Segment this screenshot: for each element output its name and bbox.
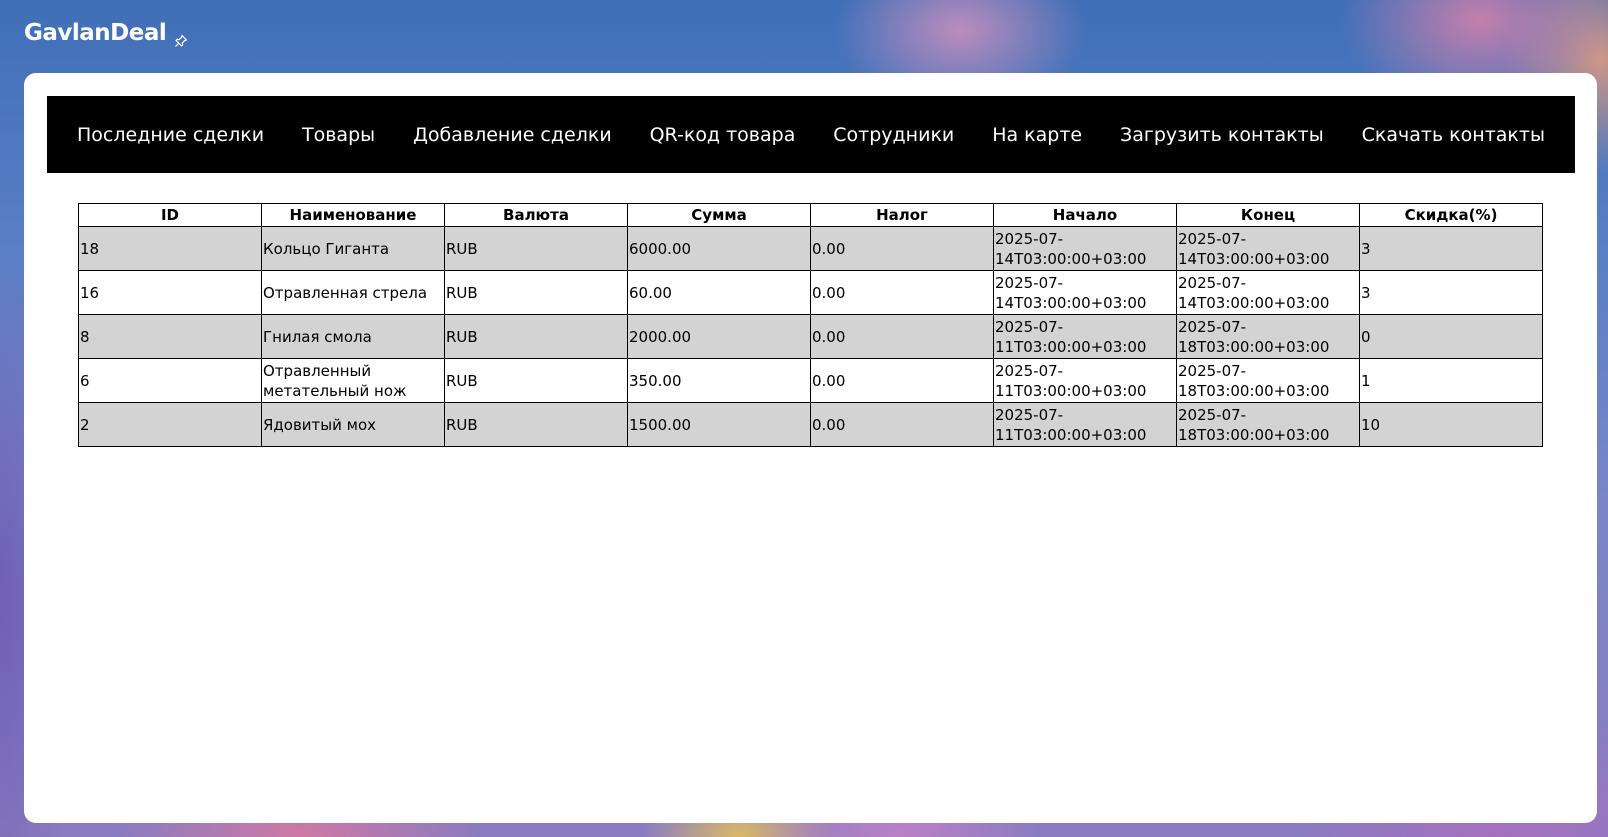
header-id: ID xyxy=(78,203,262,227)
cell-name: Гнилая смола xyxy=(261,314,445,359)
cell-name: Отравленный метательный нож xyxy=(261,358,445,403)
cell-id: 8 xyxy=(78,314,262,359)
cell-amount: 60.00 xyxy=(627,270,811,315)
table-row: 16 Отравленная стрела RUB 60.00 0.00 202… xyxy=(78,270,1543,315)
cell-name: Кольцо Гиганта xyxy=(261,226,445,271)
header-amount: Сумма xyxy=(627,203,811,227)
header-currency: Валюта xyxy=(444,203,628,227)
header-name: Наименование xyxy=(261,203,445,227)
nav-item-upload-contacts[interactable]: Загрузить контакты xyxy=(1120,124,1324,146)
cell-tax: 0.00 xyxy=(810,358,994,403)
cell-currency: RUB xyxy=(444,314,628,359)
nav-item-map[interactable]: На карте xyxy=(992,124,1082,146)
cell-currency: RUB xyxy=(444,270,628,315)
main-navbar: Последние сделки Товары Добавление сделк… xyxy=(47,96,1575,173)
nav-item-add-deal[interactable]: Добавление сделки xyxy=(413,124,612,146)
cell-id: 18 xyxy=(78,226,262,271)
cell-amount: 2000.00 xyxy=(627,314,811,359)
table-header-row: ID Наименование Валюта Сумма Налог Начал… xyxy=(78,203,1543,227)
app-title: GavlanDeal xyxy=(24,20,167,46)
cell-end: 2025-07-14T03:00:00+03:00 xyxy=(1176,226,1360,271)
nav-item-employees[interactable]: Сотрудники xyxy=(833,124,954,146)
cell-start: 2025-07-11T03:00:00+03:00 xyxy=(993,314,1177,359)
cell-start: 2025-07-11T03:00:00+03:00 xyxy=(993,358,1177,403)
cell-discount: 10 xyxy=(1359,402,1543,447)
cell-start: 2025-07-14T03:00:00+03:00 xyxy=(993,226,1177,271)
cell-currency: RUB xyxy=(444,402,628,447)
pin-icon[interactable] xyxy=(174,28,188,47)
cell-name: Ядовитый мох xyxy=(261,402,445,447)
table-row: 8 Гнилая смола RUB 2000.00 0.00 2025-07-… xyxy=(78,314,1543,359)
nav-item-recent-deals[interactable]: Последние сделки xyxy=(77,124,264,146)
app-header: GavlanDeal xyxy=(24,20,188,47)
cell-discount: 1 xyxy=(1359,358,1543,403)
cell-tax: 0.00 xyxy=(810,402,994,447)
cell-discount: 0 xyxy=(1359,314,1543,359)
table-row: 6 Отравленный метательный нож RUB 350.00… xyxy=(78,358,1543,403)
cell-id: 6 xyxy=(78,358,262,403)
cell-currency: RUB xyxy=(444,358,628,403)
cell-id: 2 xyxy=(78,402,262,447)
nav-item-download-contacts[interactable]: Скачать контакты xyxy=(1362,124,1545,146)
cell-currency: RUB xyxy=(444,226,628,271)
cell-end: 2025-07-18T03:00:00+03:00 xyxy=(1176,402,1360,447)
cell-amount: 6000.00 xyxy=(627,226,811,271)
deals-table: ID Наименование Валюта Сумма Налог Начал… xyxy=(78,203,1543,447)
header-end: Конец xyxy=(1176,203,1360,227)
cell-end: 2025-07-18T03:00:00+03:00 xyxy=(1176,314,1360,359)
cell-start: 2025-07-11T03:00:00+03:00 xyxy=(993,402,1177,447)
cell-discount: 3 xyxy=(1359,270,1543,315)
table-row: 18 Кольцо Гиганта RUB 6000.00 0.00 2025-… xyxy=(78,226,1543,271)
nav-item-products[interactable]: Товары xyxy=(302,124,375,146)
main-card: Последние сделки Товары Добавление сделк… xyxy=(24,73,1597,823)
cell-id: 16 xyxy=(78,270,262,315)
header-tax: Налог xyxy=(810,203,994,227)
header-start: Начало xyxy=(993,203,1177,227)
cell-amount: 1500.00 xyxy=(627,402,811,447)
nav-item-product-qr[interactable]: QR-код товара xyxy=(650,124,796,146)
cell-discount: 3 xyxy=(1359,226,1543,271)
cell-tax: 0.00 xyxy=(810,226,994,271)
deals-table-container: ID Наименование Валюта Сумма Налог Начал… xyxy=(78,203,1543,447)
header-discount: Скидка(%) xyxy=(1359,203,1543,227)
cell-end: 2025-07-18T03:00:00+03:00 xyxy=(1176,358,1360,403)
table-row: 2 Ядовитый мох RUB 1500.00 0.00 2025-07-… xyxy=(78,402,1543,447)
cell-tax: 0.00 xyxy=(810,314,994,359)
cell-start: 2025-07-14T03:00:00+03:00 xyxy=(993,270,1177,315)
cell-end: 2025-07-14T03:00:00+03:00 xyxy=(1176,270,1360,315)
cell-name: Отравленная стрела xyxy=(261,270,445,315)
cell-amount: 350.00 xyxy=(627,358,811,403)
cell-tax: 0.00 xyxy=(810,270,994,315)
